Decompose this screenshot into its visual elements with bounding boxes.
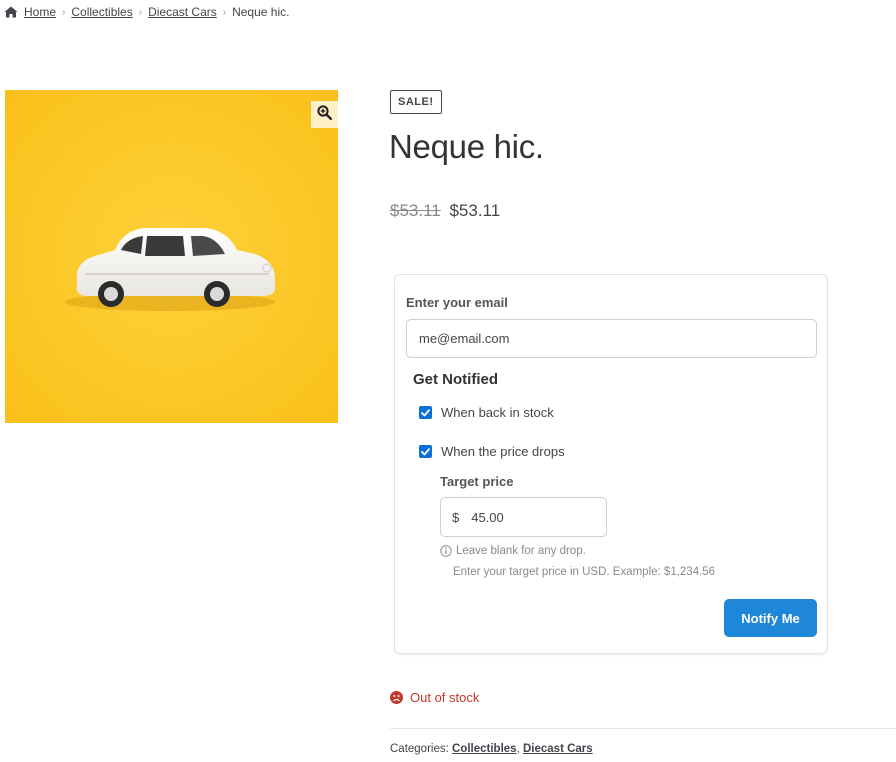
price-drop-option[interactable]: When the price drops (419, 444, 565, 459)
back-in-stock-option[interactable]: When back in stock (419, 405, 554, 420)
back-in-stock-label: When back in stock (441, 405, 554, 420)
home-icon (4, 6, 18, 18)
product-image[interactable] (5, 90, 338, 423)
category-link-collectibles[interactable]: Collectibles (452, 743, 517, 755)
breadcrumb-home-link[interactable]: Home (24, 5, 56, 19)
target-price-value: 45.00 (471, 509, 504, 525)
chevron-right-icon: › (138, 6, 143, 18)
divider (390, 728, 896, 729)
hint-example: Enter your target price in USD. Example:… (453, 566, 716, 578)
get-notified-heading: Get Notified (413, 371, 498, 388)
zoom-button[interactable] (311, 101, 338, 128)
email-label: Enter your email (406, 295, 508, 310)
product-title: Neque hic. (389, 128, 544, 165)
zoom-icon (317, 104, 333, 125)
breadcrumb-collectibles-link[interactable]: Collectibles (71, 5, 132, 19)
category-link-diecast[interactable]: Diecast Cars (523, 743, 593, 755)
checkmark-icon (421, 408, 430, 416)
info-icon (440, 545, 452, 557)
checkmark-icon (421, 447, 430, 455)
chevron-right-icon: › (62, 6, 66, 18)
sale-price: $53.11 (449, 201, 501, 220)
product-price: $53.11 $53.11 (390, 201, 500, 221)
price-drop-checkbox[interactable] (419, 445, 432, 458)
hint-blank: Leave blank for any drop. (440, 545, 586, 557)
stock-status: Out of stock (390, 690, 479, 705)
toy-car-illustration (5, 90, 338, 423)
category-separator: , (516, 743, 520, 755)
original-price: $53.11 (390, 201, 441, 220)
chevron-right-icon: › (222, 6, 227, 18)
breadcrumb-diecast-link[interactable]: Diecast Cars (148, 5, 217, 19)
categories-label: Categories: (390, 743, 449, 755)
back-in-stock-checkbox[interactable] (419, 406, 432, 419)
currency-symbol: $ (452, 509, 460, 525)
notify-form: Enter your email Get Notified When back … (394, 274, 828, 654)
sad-face-icon (390, 691, 403, 704)
email-field[interactable] (406, 319, 817, 358)
breadcrumb-current: Neque hic. (232, 5, 290, 19)
price-drop-label: When the price drops (441, 444, 565, 459)
product-categories: Categories: Collectibles, Diecast Cars (390, 743, 593, 755)
target-price-input[interactable]: $ 45.00 (440, 497, 607, 537)
target-price-label: Target price (440, 474, 514, 489)
hint-blank-text: Leave blank for any drop. (456, 545, 586, 557)
sale-badge: SALE! (390, 90, 442, 114)
breadcrumb: Home › Collectibles › Diecast Cars › Neq… (4, 4, 289, 20)
stock-status-text: Out of stock (410, 690, 480, 705)
notify-me-button[interactable]: Notify Me (724, 599, 817, 637)
